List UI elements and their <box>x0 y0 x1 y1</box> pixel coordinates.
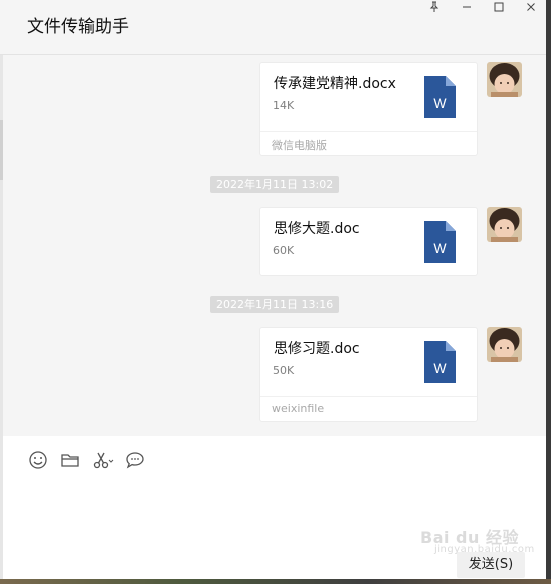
word-doc-icon: W <box>424 341 456 387</box>
file-message-card[interactable]: 思修大题.doc 60K W <box>259 207 478 276</box>
close-icon <box>527 3 535 11</box>
file-source: 微信电脑版 <box>272 139 327 152</box>
desktop-background <box>0 579 551 584</box>
avatar[interactable] <box>487 207 522 242</box>
svg-text:W: W <box>433 240 447 256</box>
emoji-button[interactable] <box>27 449 49 471</box>
emoji-icon <box>29 451 47 469</box>
svg-text:W: W <box>433 95 447 111</box>
screenshot-button[interactable] <box>92 449 114 471</box>
message-input-area[interactable]: 发送(S) <box>3 436 546 579</box>
minimize-button[interactable] <box>453 0 481 14</box>
file-size: 14K <box>273 99 295 112</box>
chat-history-icon <box>126 452 144 469</box>
minimize-icon <box>463 6 471 8</box>
file-source: weixinfile <box>272 402 325 415</box>
card-divider <box>260 131 477 132</box>
avatar[interactable] <box>487 327 522 362</box>
file-message-card[interactable]: 传承建党精神.docx 14K W 微信电脑版 <box>259 62 478 156</box>
word-doc-icon: W <box>424 221 456 267</box>
scissors-icon <box>93 452 114 469</box>
wechat-chat-window: 文件传输助手 传承建党精神.docx 14K W 微信电脑版 2022年1月11… <box>0 0 546 579</box>
maximize-button[interactable] <box>485 0 513 14</box>
folder-icon <box>61 454 79 467</box>
file-message-card[interactable]: 思修习题.doc 50K W weixinfile <box>259 327 478 422</box>
title-bar: 文件传输助手 <box>0 0 546 55</box>
card-divider <box>260 396 477 397</box>
word-doc-icon: W <box>424 76 456 122</box>
desktop-background <box>546 0 551 584</box>
file-size: 60K <box>273 244 295 257</box>
timestamp-label: 2022年1月11日 13:02 <box>210 176 340 193</box>
avatar[interactable] <box>487 62 522 97</box>
file-name: 思修大题.doc <box>274 221 360 237</box>
pin-button[interactable] <box>420 0 448 14</box>
chat-title: 文件传输助手 <box>27 17 129 37</box>
file-size: 50K <box>273 364 295 377</box>
file-name: 传承建党精神.docx <box>274 76 396 92</box>
maximize-icon <box>494 2 504 12</box>
send-file-button[interactable] <box>59 449 81 471</box>
chat-history-button[interactable] <box>124 449 146 471</box>
file-name: 思修习题.doc <box>274 341 360 357</box>
svg-text:W: W <box>433 360 447 376</box>
pin-icon <box>429 1 439 12</box>
baidu-watermark: Bai du 经验 jingyan.baidu.com <box>420 524 534 555</box>
send-button[interactable]: 发送(S) <box>457 552 525 578</box>
message-list[interactable]: 传承建党精神.docx 14K W 微信电脑版 2022年1月11日 13:02… <box>3 55 546 436</box>
watermark-sub: jingyan.baidu.com <box>434 544 535 555</box>
timestamp-label: 2022年1月11日 13:16 <box>210 296 340 313</box>
close-button[interactable] <box>517 0 545 14</box>
